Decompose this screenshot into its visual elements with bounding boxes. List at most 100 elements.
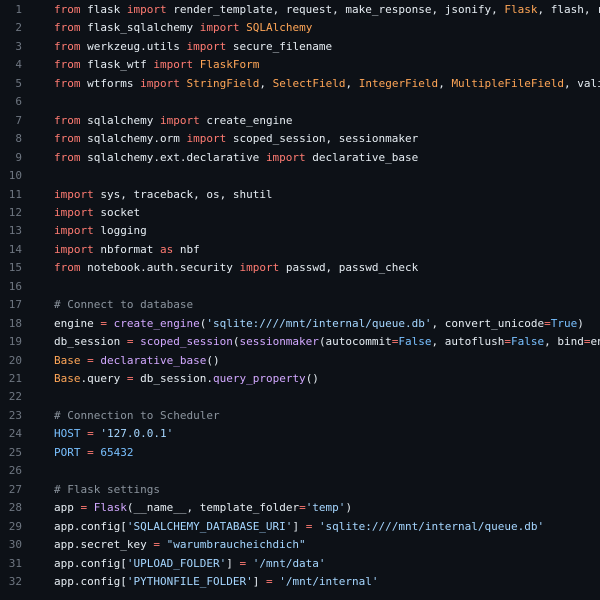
code-line[interactable]: 32 app.config['PYTHONFILE_FOLDER'] = '/mn…: [0, 573, 600, 591]
code-token: import: [239, 261, 280, 275]
line-number: 6: [15, 95, 22, 109]
code-token: declarative_base: [100, 353, 207, 367]
line-code: app = Flask(__name__, template_folder='t…: [54, 499, 352, 517]
code-token: db_session: [54, 335, 127, 349]
code-token: db_session.: [133, 372, 213, 385]
code-line[interactable]: 9 from sqlalchemy.ext.declarative import …: [0, 149, 600, 167]
code-token: import: [265, 150, 306, 164]
code-line[interactable]: 17 # Connect to database: [0, 296, 600, 314]
code-token: render_template, request, make_response,…: [166, 3, 505, 16]
code-token: notebook.auth.security: [80, 261, 240, 275]
code-token: # Connection to Scheduler: [54, 408, 220, 422]
line-number: 28: [8, 501, 22, 515]
code-line[interactable]: 14 import nbformat as nbf: [0, 241, 600, 259]
code-line[interactable]: 13 import logging: [0, 222, 600, 240]
line-code: engine = create_engine('sqlite:////mnt/i…: [54, 315, 584, 333]
code-line[interactable]: 12 import socket: [0, 204, 600, 222]
line-code: import socket: [54, 204, 140, 222]
line-code: # Connection to Scheduler: [54, 407, 220, 425]
code-token: =: [87, 445, 94, 459]
line-number: 15: [8, 261, 22, 275]
code-token: import: [54, 205, 94, 219]
code-token: sessionmaker: [239, 335, 319, 349]
code-token: ): [345, 501, 353, 515]
code-line[interactable]: 25 PORT = 65432: [0, 444, 600, 462]
line-code: from wtforms import StringField, SelectF…: [54, 75, 600, 93]
code-token: logging: [93, 224, 147, 238]
code-line[interactable]: 1 from flask import render_template, requ…: [0, 1, 600, 19]
code-line[interactable]: 31 app.config['UPLOAD_FOLDER'] = '/mnt/da…: [0, 555, 600, 573]
code-token: Flask: [504, 3, 538, 16]
code-token: =: [583, 335, 591, 349]
line-code: PORT = 65432: [54, 444, 134, 462]
line-code: app.config['SQLALCHEMY_DATABASE_URI'] = …: [54, 518, 544, 536]
code-line[interactable]: 24 HOST = '127.0.0.1': [0, 425, 600, 443]
code-line[interactable]: 19 db_session = scoped_session(sessionmak…: [0, 333, 600, 351]
code-line[interactable]: 16: [0, 278, 600, 296]
code-token: FlaskForm: [199, 58, 260, 72]
code-line[interactable]: 27 # Flask settings: [0, 481, 600, 499]
code-token: import: [54, 242, 94, 256]
code-line[interactable]: 20 Base = declarative_base(): [0, 352, 600, 370]
code-editor[interactable]: 1 from flask import render_template, requ…: [0, 0, 600, 600]
line-code: app.config['PYTHONFILE_FOLDER'] = '/mnt/…: [54, 573, 379, 591]
code-line[interactable]: 3 from werkzeug.utils import secure_filen…: [0, 38, 600, 56]
code-line[interactable]: 15 from notebook.auth.security import pas…: [0, 259, 600, 277]
code-token: '127.0.0.1': [100, 427, 174, 441]
code-token: 'PYTHONFILE_FOLDER': [126, 574, 253, 588]
code-line[interactable]: 18 engine = create_engine('sqlite:////mnt…: [0, 315, 600, 333]
code-token: (__name__, template_folder: [126, 501, 300, 515]
code-token: app.secret_key: [54, 538, 154, 552]
line-number: 14: [8, 242, 22, 256]
code-token: , autoflush: [431, 335, 505, 349]
code-token: (autocommit: [318, 335, 392, 349]
line-number: 1: [15, 3, 22, 16]
code-line[interactable]: 29 app.config['SQLALCHEMY_DATABASE_URI'] …: [0, 518, 600, 536]
code-line[interactable]: 28 app = Flask(__name__, template_folder=…: [0, 499, 600, 517]
code-token: =: [100, 316, 107, 330]
code-token: from: [54, 261, 81, 275]
line-number: 21: [8, 372, 22, 385]
code-token: ,: [259, 76, 273, 90]
code-line[interactable]: 6: [0, 93, 600, 111]
line-number: 12: [8, 205, 22, 219]
line-number: 11: [8, 187, 22, 201]
line-code: # Connect to database: [54, 296, 193, 314]
line-code: from notebook.auth.security import passw…: [54, 259, 418, 277]
code-line[interactable]: 10: [0, 167, 600, 185]
code-token: ]: [226, 556, 240, 570]
code-token: Flask: [93, 501, 127, 515]
line-number: 32: [8, 574, 22, 588]
line-number: 31: [8, 556, 22, 570]
line-code: import logging: [54, 222, 147, 240]
code-line[interactable]: 21 Base.query = db_session.query_property…: [0, 370, 600, 388]
line-number: 27: [8, 482, 22, 496]
code-line[interactable]: 23 # Connection to Scheduler: [0, 407, 600, 425]
code-token: '/mnt/data': [252, 556, 326, 570]
line-code: Base.query = db_session.query_property(): [54, 370, 319, 388]
line-number: 16: [8, 279, 22, 293]
code-line[interactable]: 8 from sqlalchemy.orm import scoped_sessi…: [0, 130, 600, 148]
code-token: sqlalchemy.orm: [80, 132, 187, 146]
line-number: 5: [15, 76, 22, 90]
code-line[interactable]: 7 from sqlalchemy import create_engine: [0, 112, 600, 130]
code-token: import: [159, 113, 200, 127]
line-code: from flask_sqlalchemy import SQLAlchemy: [54, 19, 312, 37]
code-token: import: [54, 224, 94, 238]
code-token: flask_sqlalchemy: [80, 21, 200, 35]
code-line[interactable]: 5 from wtforms import StringField, Select…: [0, 75, 600, 93]
code-token: 'sqlite:////mnt/internal/queue.db': [206, 316, 432, 330]
code-line[interactable]: 4 from flask_wtf import FlaskForm: [0, 56, 600, 74]
line-number: 23: [8, 408, 22, 422]
code-line[interactable]: 2 from flask_sqlalchemy import SQLAlchemy: [0, 19, 600, 37]
line-code: from flask_wtf import FlaskForm: [54, 56, 259, 74]
line-number: 20: [8, 353, 22, 367]
code-line[interactable]: 26: [0, 462, 600, 480]
code-line[interactable]: 11 import sys, traceback, os, shutil: [0, 186, 600, 204]
line-code: from sqlalchemy import create_engine: [54, 112, 292, 130]
code-token: '/mnt/internal': [279, 574, 379, 588]
code-line[interactable]: 22: [0, 388, 600, 406]
code-line[interactable]: 30 app.secret_key = "warumbraucheichdich": [0, 536, 600, 554]
line-number: 13: [8, 224, 22, 238]
